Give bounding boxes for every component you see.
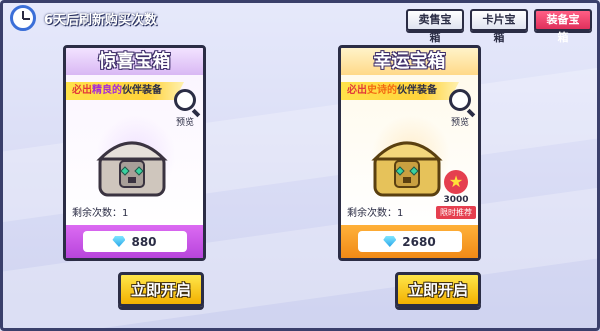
- preview-button[interactable]: 预览: [446, 89, 474, 128]
- banner-highlight: 史诗的: [367, 85, 397, 96]
- card-body: 必出史诗的伙伴装备 预览 剩余次数：1 ★ 3000 限时推荐: [341, 75, 478, 225]
- preview-label: 预览: [175, 118, 194, 128]
- remaining-count: 剩余次数：1: [347, 208, 404, 219]
- price-value: 880: [131, 234, 157, 249]
- preview-label: 预览: [450, 118, 469, 128]
- surprise-chest-card: 惊喜宝箱 必出精良的伙伴装备 预览 剩余次数：1 880: [63, 45, 206, 261]
- chest-tabs: 卖售宝箱 卡片宝箱 装备宝箱: [406, 9, 592, 44]
- card-title: 幸运宝箱: [341, 48, 478, 75]
- banner-highlight: 精良的: [92, 85, 122, 96]
- guarantee-banner: 必出精良的伙伴装备: [66, 82, 184, 100]
- card-body: 必出精良的伙伴装备 预览 剩余次数：1: [66, 75, 203, 225]
- magnifier-icon: [174, 89, 196, 111]
- diamond-icon: [112, 236, 126, 247]
- price-bar: 2680: [341, 225, 478, 258]
- price-pill: 2680: [357, 231, 462, 252]
- lucky-chest-card: 幸运宝箱 必出史诗的伙伴装备 预览 剩余次数：1 ★ 3000 限时推荐 268…: [338, 45, 481, 261]
- open-surprise-chest-button[interactable]: 立即开启: [118, 272, 204, 307]
- diamond-icon: [383, 236, 397, 247]
- tab-equipment-chest[interactable]: 装备宝箱: [534, 9, 592, 44]
- banner-suffix: 伙伴装备: [122, 85, 162, 96]
- banner-prefix: 必出: [72, 85, 92, 96]
- banner-suffix: 伙伴装备: [397, 85, 437, 96]
- price-pill: 880: [82, 231, 187, 252]
- limited-label: 限时推荐: [436, 206, 476, 219]
- preview-button[interactable]: 预览: [171, 89, 199, 128]
- remaining-count: 剩余次数：1: [72, 208, 129, 219]
- open-lucky-chest-button[interactable]: 立即开启: [395, 272, 481, 307]
- limited-offer-badge[interactable]: ★ 3000 限时推荐: [436, 170, 476, 219]
- magnifier-icon: [449, 89, 471, 111]
- banner-prefix: 必出: [347, 85, 367, 96]
- silver-chest-icon: [94, 125, 170, 203]
- card-title: 惊喜宝箱: [66, 48, 203, 75]
- tab-card-chest[interactable]: 卡片宝箱: [470, 9, 528, 44]
- price-value: 2680: [402, 234, 436, 249]
- tab-sale-chest[interactable]: 卖售宝箱: [406, 9, 464, 44]
- refresh-text: 6天后刷新购买次数: [44, 12, 158, 28]
- price-bar: 880: [66, 225, 203, 258]
- refresh-timer: 6天后刷新购买次数: [10, 5, 157, 31]
- guarantee-banner: 必出史诗的伙伴装备: [341, 82, 459, 100]
- limited-count: 3000: [443, 195, 469, 205]
- star-icon: ★: [444, 170, 468, 194]
- alarm-clock-icon: [10, 5, 36, 31]
- gold-chest-icon: [369, 125, 445, 203]
